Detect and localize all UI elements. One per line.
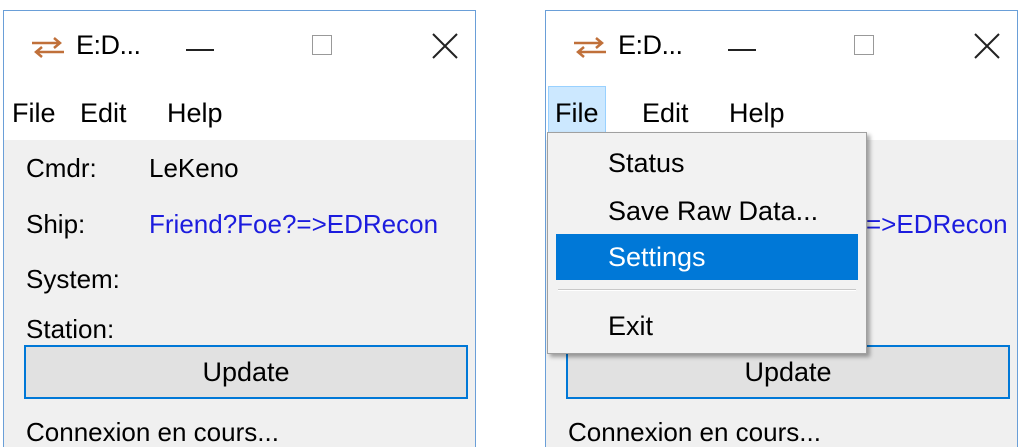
- maximize-icon[interactable]: [836, 25, 896, 69]
- menu-separator: [558, 289, 856, 291]
- menu-item-settings[interactable]: Settings: [556, 234, 858, 280]
- menu-item-label: Save Raw Data...: [608, 196, 819, 226]
- minimize-icon[interactable]: [714, 25, 774, 69]
- menu-edit[interactable]: Edit: [74, 86, 133, 140]
- system-label: System:: [26, 264, 120, 294]
- status-text: Connexion en cours...: [26, 417, 279, 447]
- menu-item-label: Settings: [608, 242, 706, 272]
- window-title: E:D...: [618, 30, 683, 60]
- ship-label: Ship:: [26, 209, 86, 239]
- arrows-swap-icon: [32, 37, 64, 58]
- status-text: Connexion en cours...: [568, 417, 821, 447]
- file-dropdown-menu: Status Save Raw Data... Settings Exit: [547, 132, 867, 354]
- menu-help[interactable]: Help: [161, 86, 229, 140]
- close-icon[interactable]: [958, 25, 1017, 69]
- ship-link[interactable]: =>EDRecon: [866, 209, 1008, 240]
- title-bar[interactable]: E:D...: [546, 11, 1017, 86]
- window-title: E:D...: [76, 30, 141, 60]
- minimize-icon[interactable]: [172, 25, 232, 69]
- ship-link[interactable]: Friend?Foe?=>EDRecon: [149, 209, 438, 240]
- menu-item-label: Status: [608, 148, 685, 178]
- close-icon[interactable]: [416, 25, 475, 69]
- menu-item-status[interactable]: Status: [556, 140, 858, 186]
- maximize-icon[interactable]: [294, 25, 354, 69]
- menu-item-exit[interactable]: Exit: [556, 303, 858, 349]
- menu-item-save-raw-data[interactable]: Save Raw Data...: [556, 188, 858, 234]
- menu-bar: File Edit Help: [4, 86, 475, 140]
- title-bar[interactable]: E:D...: [4, 11, 475, 86]
- arrows-swap-icon: [574, 37, 606, 58]
- cmdr-label: Cmdr:: [26, 153, 97, 183]
- menu-item-label: Exit: [608, 311, 654, 341]
- cmdr-value: LeKeno: [149, 153, 239, 183]
- main-panel: Cmdr: LeKeno Ship: Friend?Foe?=>EDRecon …: [4, 140, 475, 447]
- menu-file[interactable]: File: [6, 86, 62, 140]
- app-window-left: E:D... File Edit Help Cmdr: LeKeno Ship:…: [3, 10, 476, 447]
- station-label: Station:: [26, 314, 115, 344]
- update-button[interactable]: Update: [24, 345, 468, 399]
